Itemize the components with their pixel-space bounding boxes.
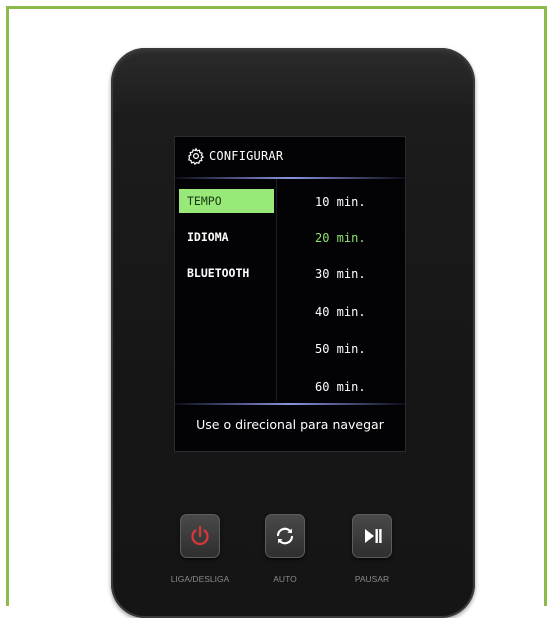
- menu-item-tempo[interactable]: TEMPO: [179, 189, 274, 213]
- option-40-min[interactable]: 40 min.: [315, 305, 366, 319]
- menu-item-idioma[interactable]: IDIOMA: [179, 225, 274, 249]
- lcd-screen: CONFIGURAR TEMPO IDIOMA BLUETOOTH 10 min…: [174, 136, 406, 452]
- auto-button-label: AUTO: [273, 574, 297, 584]
- power-button-label: LIGA/DESLIGA: [170, 574, 230, 584]
- power-button[interactable]: [180, 514, 220, 558]
- option-30-min[interactable]: 30 min.: [315, 267, 366, 281]
- column-divider: [276, 179, 277, 401]
- refresh-icon: [276, 527, 294, 545]
- power-icon: [191, 525, 209, 546]
- navigation-hint: Use o direcional para navegar: [196, 417, 384, 432]
- pause-button[interactable]: [352, 514, 392, 558]
- footer-divider: [175, 403, 405, 405]
- screen-title: CONFIGURAR: [209, 149, 284, 163]
- screen-header: CONFIGURAR: [175, 137, 405, 177]
- option-60-min[interactable]: 60 min.: [315, 380, 366, 394]
- menu-item-bluetooth[interactable]: BLUETOOTH: [179, 261, 274, 285]
- header-divider: [175, 177, 405, 179]
- option-10-min[interactable]: 10 min.: [315, 195, 366, 209]
- option-50-min[interactable]: 50 min.: [315, 342, 366, 356]
- gear-icon: [188, 147, 205, 165]
- pause-button-label: PAUSAR: [354, 574, 390, 584]
- option-20-min[interactable]: 20 min.: [315, 231, 366, 245]
- auto-button[interactable]: [265, 514, 305, 558]
- play-pause-icon: [365, 529, 382, 543]
